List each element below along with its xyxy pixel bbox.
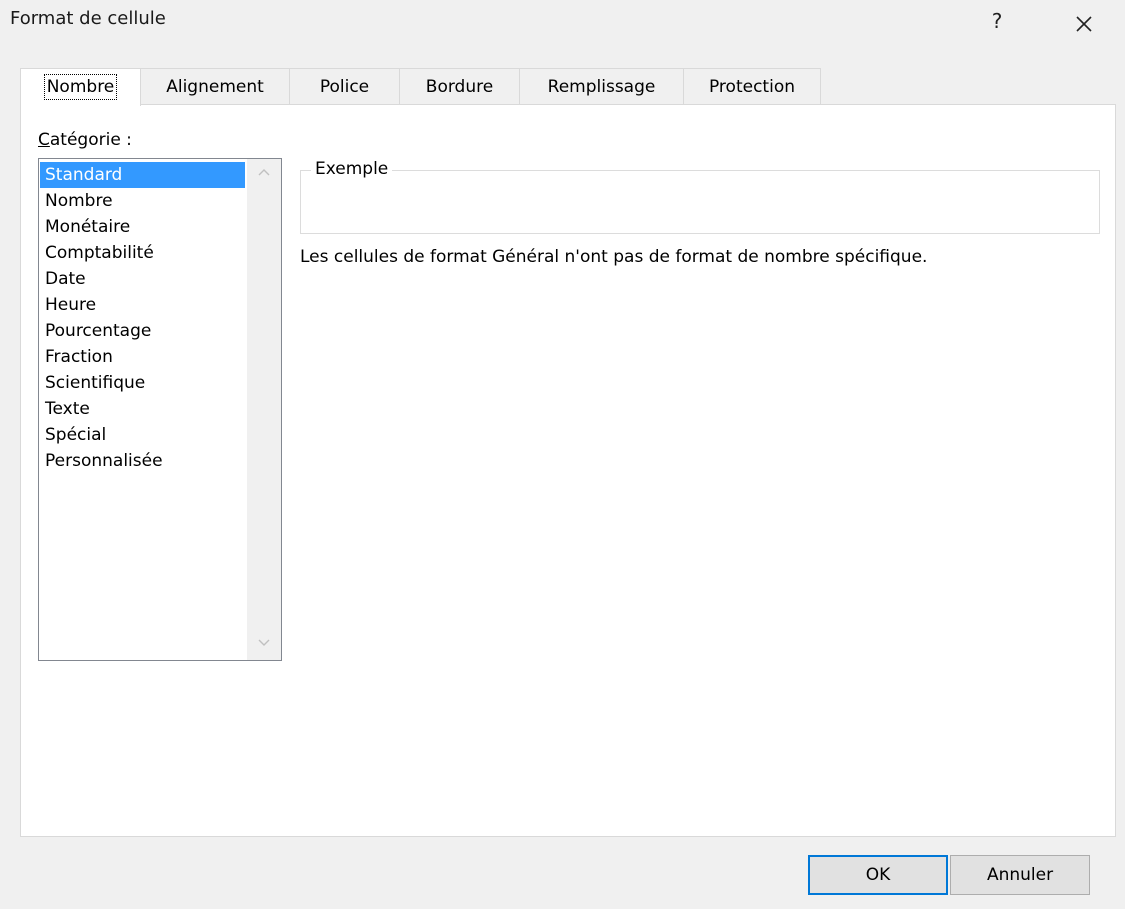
example-groupbox: Exemple	[300, 159, 1100, 234]
category-label-rest: atégorie :	[49, 130, 132, 150]
scroll-up-button[interactable]	[247, 159, 281, 189]
tab-label: Alignement	[166, 77, 264, 97]
ok-button[interactable]: OK	[808, 855, 948, 895]
category-item[interactable]: Standard	[40, 162, 245, 188]
tab-label: Remplissage	[547, 77, 656, 97]
tab-police[interactable]: Police	[289, 68, 400, 104]
format-description: Les cellules de format Général n'ont pas…	[300, 247, 928, 267]
category-item[interactable]: Scientifique	[40, 370, 245, 396]
category-item[interactable]: Heure	[40, 292, 245, 318]
category-items: Standard Nombre Monétaire Comptabilité Date H…	[40, 162, 245, 474]
listbox-scrollbar[interactable]	[247, 159, 281, 660]
tab-label: Bordure	[425, 77, 494, 97]
chevron-down-icon	[258, 639, 270, 646]
dialog-title: Format de cellule	[10, 8, 166, 29]
tab-label: Police	[319, 77, 370, 97]
title-bar: Format de cellule ?	[0, 0, 1125, 48]
close-icon	[1076, 16, 1092, 32]
close-button[interactable]	[1068, 8, 1100, 40]
example-legend: Exemple	[311, 159, 393, 179]
category-item[interactable]: Spécial	[40, 422, 245, 448]
tab-panel-nombre: Catégorie : Standard Nombre Monétaire Compt…	[20, 104, 1116, 837]
category-listbox[interactable]: Standard Nombre Monétaire Comptabilité Date H…	[38, 158, 282, 661]
cancel-button[interactable]: Annuler	[950, 855, 1090, 895]
category-item[interactable]: Texte	[40, 396, 245, 422]
chevron-up-icon	[258, 169, 270, 176]
tab-protection[interactable]: Protection	[683, 68, 821, 104]
tab-label: Nombre	[43, 74, 118, 100]
tab-remplissage[interactable]: Remplissage	[519, 68, 684, 104]
category-item[interactable]: Nombre	[40, 188, 245, 214]
category-item[interactable]: Comptabilité	[40, 240, 245, 266]
tab-label: Protection	[708, 77, 795, 97]
tab-alignement[interactable]: Alignement	[140, 68, 290, 104]
scroll-down-button[interactable]	[247, 630, 281, 660]
category-item[interactable]: Date	[40, 266, 245, 292]
category-item[interactable]: Personnalisée	[40, 448, 245, 474]
category-item[interactable]: Pourcentage	[40, 318, 245, 344]
help-button[interactable]: ?	[982, 6, 1012, 36]
category-label: Catégorie :	[38, 130, 132, 150]
tab-bordure[interactable]: Bordure	[399, 68, 520, 104]
category-item[interactable]: Monétaire	[40, 214, 245, 240]
category-label-accesskey: C	[38, 130, 50, 150]
tab-nombre[interactable]: Nombre	[20, 68, 141, 106]
category-item[interactable]: Fraction	[40, 344, 245, 370]
